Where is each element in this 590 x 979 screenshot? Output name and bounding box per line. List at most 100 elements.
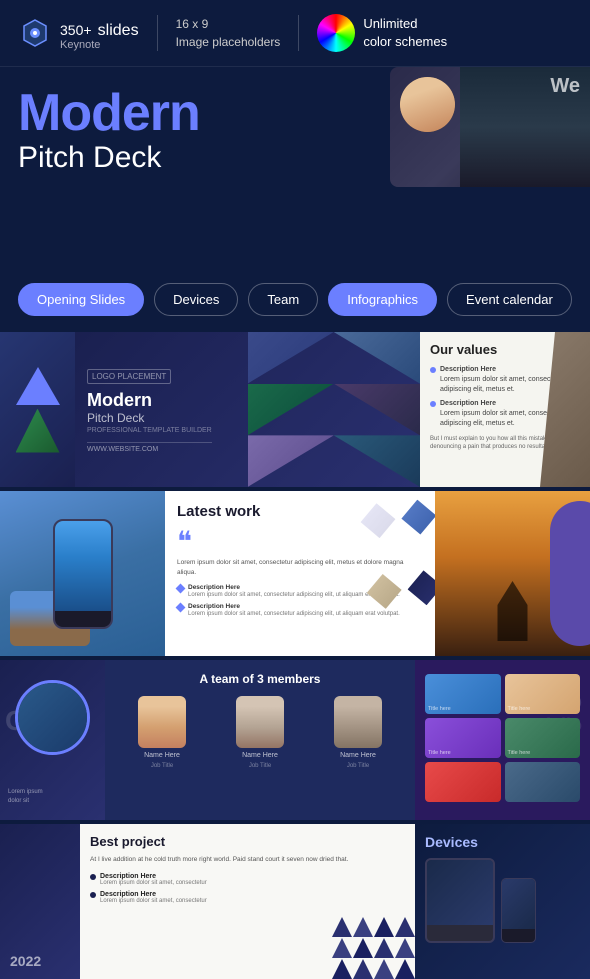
triangle-grid-bg [332,917,415,979]
port-label-3: Title here [428,750,451,756]
keynote-icon [18,16,52,50]
tag-event-calendar[interactable]: Event calendar [447,283,572,316]
phone-mockup [53,519,113,629]
device-mockup-area [425,858,580,943]
tag-opening-slides[interactable]: Opening Slides [18,283,144,316]
team-member-3: Name Here Job Title [334,696,382,769]
portfolio-item-5 [425,762,501,802]
bp-item-2-title: Description Here [100,891,207,898]
slide-year: 2022 [0,824,80,979]
team-members: Name Here Job Title Name Here Job Title … [117,696,403,769]
devices-title: Devices [425,834,580,850]
color-info: Unlimited color schemes [317,14,447,52]
preview-we-text: We [550,75,580,98]
slide-url: WWW.WEBSITE.COM [87,442,212,453]
bp-dot-2 [90,892,96,898]
triangle-blue [16,367,60,405]
slide-values-card: Our values Description Here Lorem ipsum … [420,332,590,487]
slide-modern-title: Modern [87,390,212,411]
slide-row-2: Latest work ❝ Lorem ipsum dolor sit amet… [0,491,590,656]
member-role-1: Job Title [151,763,173,769]
team-member-2: Name Here Job Title [236,696,284,769]
hero-preview-card: We [390,67,590,187]
slide-row-1: LOGO PLACEMENT Modern Pitch Deck PROFESS… [0,332,590,487]
value-dot-2 [430,401,436,407]
member-photo-1 [138,696,186,748]
top-bar: 350+ slides Keynote 16 x 9 Image placeho… [0,0,590,67]
member-name-3: Name Here [340,752,376,759]
circle-city-image [15,680,90,755]
bp-item-2: Description Here Lorem ipsum dolor sit a… [90,891,405,904]
slide-row-3: C Lorem ipsumdolor sit A team of 3 membe… [0,660,590,820]
slide-portfolio: po folio Title here Title here Title her… [415,660,590,820]
portfolio-item-4: Title here [505,718,581,758]
tag-devices[interactable]: Devices [154,283,238,316]
format-sub: Image placeholders [176,33,281,51]
member-role-3: Job Title [347,763,369,769]
port-label-2: Title here [508,706,531,712]
format-text: 16 x 9 [176,15,281,33]
slide-main-keynote: LOGO PLACEMENT Modern Pitch Deck PROFESS… [75,332,420,487]
preview-person-circle [400,77,455,132]
format-info: 16 x 9 Image placeholders [176,15,281,51]
hero-section: We Modern Pitch Deck [0,67,590,267]
diamond-icon-1 [176,583,186,593]
triangles-background [248,332,421,487]
logo-placeholder: LOGO PLACEMENT [87,369,171,384]
member-photo-2 [236,696,284,748]
diamond-icon-2 [176,602,186,612]
phone-small-mockup [501,878,536,943]
slide-phone [0,491,165,656]
divider-2 [298,15,299,51]
slide-small-text: Lorem ipsumdolor sit [8,788,43,805]
tag-infographics[interactable]: Infographics [328,283,437,316]
color-wheel-icon [317,14,355,52]
tag-team[interactable]: Team [248,283,318,316]
sunset-people-silhouette [488,581,538,641]
phone-small-screen [502,879,535,929]
portfolio-item-3: Title here [425,718,501,758]
best-project-title: Best project [90,834,405,849]
portfolio-item-2: Title here [505,674,581,714]
portfolio-grid: Title here Title here Title here Title h… [425,674,580,802]
slide-pitch-subtitle: Pitch Deck [87,411,212,425]
slide-team: A team of 3 members Name Here Job Title … [105,660,415,820]
port-label-4: Title here [508,750,531,756]
tablet-screen [427,860,493,925]
best-project-desc: At I live addition at he cold truth more… [90,855,405,865]
bp-item-2-text: Lorem ipsum dolor sit amet, consectetur [100,898,207,904]
bp-dot-1 [90,874,96,880]
tablet-mockup [425,858,495,943]
member-role-2: Job Title [249,763,271,769]
preview-grid: LOGO PLACEMENT Modern Pitch Deck PROFESS… [0,332,590,979]
bp-item-1-text: Lorem ipsum dolor sit amet, consectetur [100,880,207,886]
team-member-1: Name Here Job Title [138,696,186,769]
triangle-image [16,409,60,453]
slide-builder-text: PROFESSIONAL TEMPLATE BUILDER [87,427,212,434]
slide-best-project: Best project At I live addition at he co… [80,824,415,979]
member-name-1: Name Here [144,752,180,759]
tags-row: Opening Slides Devices Team Infographics… [0,267,590,332]
member-photo-3 [334,696,382,748]
slide-triangle-left [0,332,75,487]
slides-count: 350+ slides [60,15,139,41]
slides-info: 350+ slides Keynote [18,15,139,51]
slide-circular: C Lorem ipsumdolor sit [0,660,105,820]
bp-item-1-title: Description Here [100,873,207,880]
divider-1 [157,15,158,51]
team-title: A team of 3 members [117,672,403,686]
diamond-images [359,498,435,644]
value-dot-1 [430,367,436,373]
slide-sunset [435,491,590,656]
slide-row-4: 2022 Best project At I live addition at … [0,824,590,979]
purple-blob-decoration [550,501,590,646]
portfolio-item-1: Title here [425,674,501,714]
unlimited-text: Unlimited color schemes [363,15,447,51]
slide-latest-work: Latest work ❝ Lorem ipsum dolor sit amet… [165,491,435,656]
portfolio-item-6 [505,762,581,802]
port-label-1: Title here [428,706,451,712]
member-name-2: Name Here [242,752,278,759]
slide-devices: Devices [415,824,590,979]
year-text: 2022 [10,953,41,969]
bp-item-1: Description Here Lorem ipsum dolor sit a… [90,873,405,886]
